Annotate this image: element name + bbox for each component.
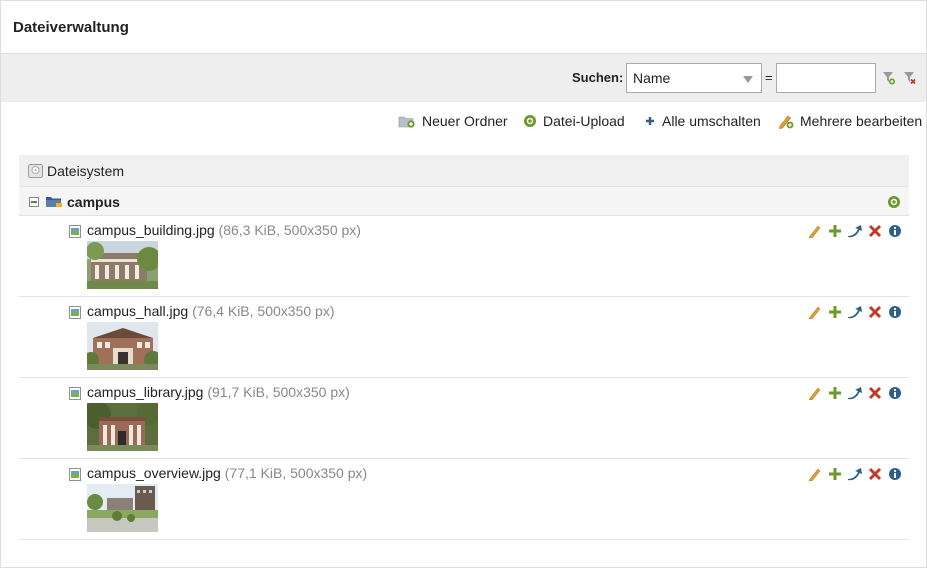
plus-icon	[646, 117, 654, 125]
file-name-line[interactable]: campus_library.jpg (91,7 KiB, 500x350 px…	[87, 384, 350, 400]
delete-x-icon[interactable]	[867, 386, 883, 400]
edit-multiple-label: Mehrere bearbeiten	[800, 113, 923, 129]
add-plus-icon[interactable]	[827, 386, 843, 400]
tree-root-label: Dateisystem	[47, 163, 125, 179]
file-row: campus_hall.jpg (76,4 KiB, 500x350 px)	[19, 297, 909, 378]
tree-folder-campus[interactable]: campus	[19, 187, 909, 216]
info-icon[interactable]	[887, 224, 903, 238]
tree-folder-label: campus	[67, 194, 120, 210]
add-plus-icon[interactable]	[827, 467, 843, 481]
file-name-line[interactable]: campus_building.jpg (86,3 KiB, 500x350 p…	[87, 222, 361, 238]
file-meta: (76,4 KiB, 500x350 px)	[192, 303, 335, 319]
filter-reset-icon[interactable]	[904, 71, 916, 85]
move-arrow-icon[interactable]	[847, 305, 863, 319]
info-icon[interactable]	[887, 467, 903, 481]
upload-button[interactable]: Datei-Upload	[523, 112, 625, 130]
chevron-down-icon	[743, 76, 753, 83]
add-circle-icon	[524, 115, 536, 127]
add-circle-icon[interactable]	[887, 195, 901, 209]
file-name: campus_building.jpg	[87, 222, 215, 238]
file-row: campus_overview.jpg (77,1 KiB, 500x350 p…	[19, 459, 909, 540]
file-actions	[807, 467, 903, 482]
file-meta: (91,7 KiB, 500x350 px)	[207, 384, 350, 400]
search-input[interactable]	[776, 63, 876, 93]
move-arrow-icon[interactable]	[847, 224, 863, 238]
file-thumbnail[interactable]	[87, 403, 158, 451]
add-plus-icon[interactable]	[827, 224, 843, 238]
toggle-all-label: Alle umschalten	[662, 113, 761, 129]
toggle-all-button[interactable]: Alle umschalten	[644, 112, 761, 130]
move-arrow-icon[interactable]	[847, 386, 863, 400]
file-name-line[interactable]: campus_overview.jpg (77,1 KiB, 500x350 p…	[87, 465, 367, 481]
file-name: campus_hall.jpg	[87, 303, 189, 319]
file-actions	[807, 305, 903, 320]
edit-multiple-button[interactable]: Mehrere bearbeiten	[778, 112, 922, 130]
file-row: campus_building.jpg (86,3 KiB, 500x350 p…	[19, 216, 909, 297]
file-tree: Dateisystem campus campus_building.jpg (…	[19, 155, 909, 540]
tree-root: Dateisystem	[19, 155, 909, 187]
file-thumbnail[interactable]	[87, 241, 158, 289]
upload-label: Datei-Upload	[543, 113, 625, 129]
search-field-select[interactable]: Name	[626, 63, 762, 93]
file-meta: (86,3 KiB, 500x350 px)	[218, 222, 361, 238]
filter-apply-icon[interactable]	[883, 71, 895, 85]
file-thumbnail[interactable]	[87, 484, 158, 532]
file-name-line[interactable]: campus_hall.jpg (76,4 KiB, 500x350 px)	[87, 303, 334, 319]
collapse-icon[interactable]	[29, 197, 39, 207]
file-actions	[807, 386, 903, 401]
move-arrow-icon[interactable]	[847, 467, 863, 481]
delete-x-icon[interactable]	[867, 224, 883, 238]
file-toolbar: Neuer Ordner Datei-Upload Alle umschalte…	[1, 109, 926, 133]
delete-x-icon[interactable]	[867, 467, 883, 481]
new-folder-icon	[398, 116, 415, 128]
drive-icon	[28, 164, 43, 178]
edit-pencil-icon[interactable]	[807, 224, 823, 239]
edit-pencil-icon[interactable]	[807, 386, 823, 401]
image-file-icon	[69, 468, 81, 481]
page-title: Dateiverwaltung	[13, 19, 129, 36]
new-folder-label: Neuer Ordner	[422, 113, 508, 129]
file-actions	[807, 224, 903, 239]
add-plus-icon[interactable]	[827, 305, 843, 319]
folder-icon	[46, 197, 62, 207]
file-name: campus_overview.jpg	[87, 465, 221, 481]
search-field-value: Name	[633, 70, 671, 86]
image-file-icon	[69, 225, 81, 238]
new-folder-button[interactable]: Neuer Ordner	[398, 112, 508, 130]
file-row: campus_library.jpg (91,7 KiB, 500x350 px…	[19, 378, 909, 459]
edit-pencil-icon[interactable]	[807, 305, 823, 320]
search-label: Suchen:	[572, 70, 624, 85]
file-thumbnail[interactable]	[87, 322, 158, 370]
file-meta: (77,1 KiB, 500x350 px)	[224, 465, 368, 481]
file-name: campus_library.jpg	[87, 384, 204, 400]
image-file-icon	[69, 306, 81, 319]
image-file-icon	[69, 387, 81, 400]
search-operator: =	[765, 70, 773, 85]
delete-x-icon[interactable]	[867, 305, 883, 319]
edit-multiple-icon	[779, 115, 794, 129]
search-bar: Suchen: Name =	[1, 54, 926, 102]
edit-pencil-icon[interactable]	[807, 467, 823, 482]
info-icon[interactable]	[887, 386, 903, 400]
file-manager-panel: Dateiverwaltung Suchen: Name = Neuer Ord…	[0, 0, 927, 568]
panel-header: Dateiverwaltung	[1, 1, 926, 54]
info-icon[interactable]	[887, 305, 903, 319]
